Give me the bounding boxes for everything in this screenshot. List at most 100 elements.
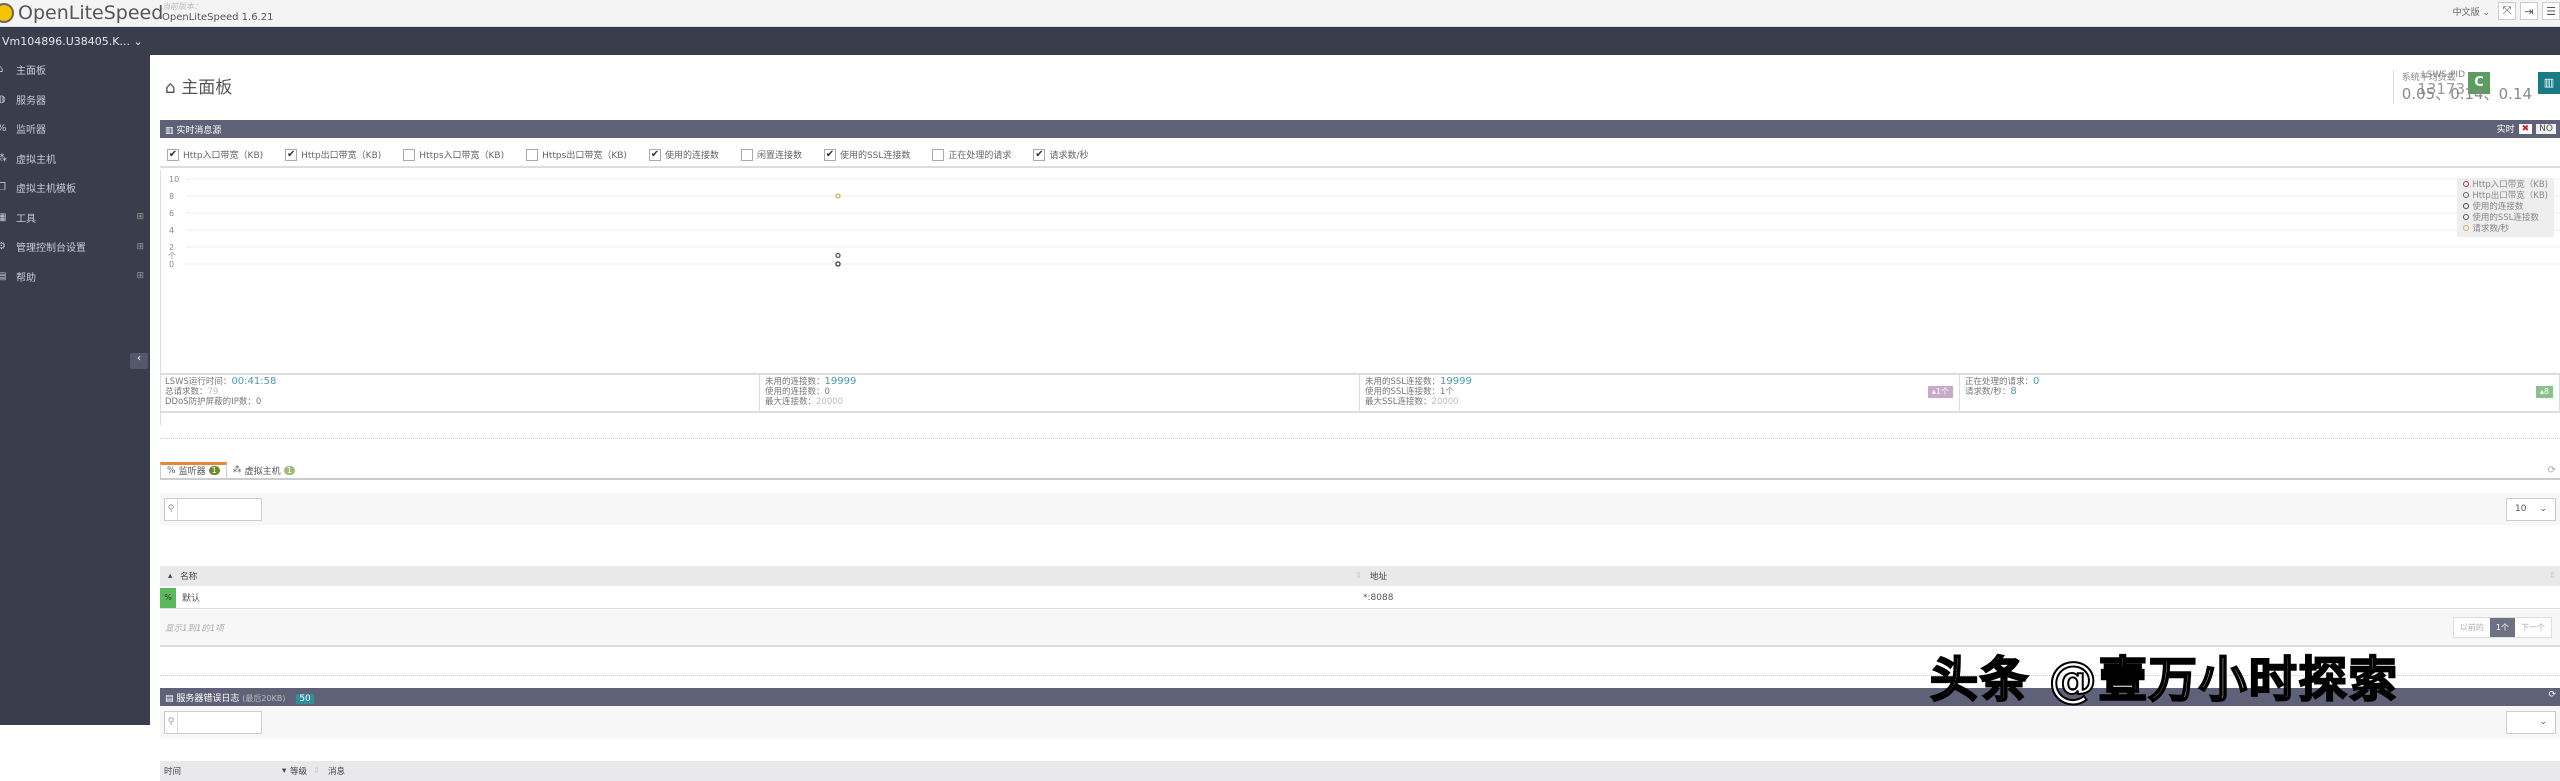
- sidebar-item[interactable]: % 监听器: [0, 114, 150, 144]
- page-title-text: 主面板: [181, 78, 233, 98]
- series-checkbox[interactable]: ✔ Http出口带宽（KB): [285, 148, 381, 161]
- column-name[interactable]: 名称: [180, 570, 197, 582]
- series-checkbox[interactable]: ✔ Http入口带宽（KB): [167, 148, 263, 161]
- fullscreen-button[interactable]: ⤧: [2498, 2, 2516, 20]
- expand-icon[interactable]: ⊞: [136, 242, 144, 252]
- tab-listeners[interactable]: % 监听器 1: [160, 462, 227, 478]
- legend-item[interactable]: Http入口带宽（KB): [2463, 180, 2548, 191]
- stat-row: 最大SSL连接数：20000: [1365, 397, 1954, 407]
- checkbox[interactable]: ✔: [285, 148, 298, 161]
- sort-desc-icon[interactable]: ▾: [282, 766, 286, 776]
- series-checkbox[interactable]: Https入口带宽（KB): [403, 148, 504, 161]
- checkbox[interactable]: [932, 148, 945, 161]
- count-badge: 50: [296, 694, 314, 704]
- sidebar-item[interactable]: ▤ 帮助 ⊞: [0, 262, 150, 292]
- log-search-input[interactable]: ⚲: [164, 711, 262, 734]
- home-icon: ⌂: [0, 64, 4, 76]
- menu-button[interactable]: ☰: [2542, 2, 2560, 20]
- count-badge: 1: [208, 466, 220, 475]
- server-bar[interactable]: Vm104896.U38405.K... ⌄: [0, 27, 2560, 55]
- column-message[interactable]: 消息: [328, 765, 345, 777]
- sidebar-item[interactable]: ⁂ 虚拟主机: [0, 144, 150, 174]
- data-point[interactable]: [835, 261, 841, 267]
- column-time[interactable]: 时间: [164, 765, 181, 777]
- series-checkbox[interactable]: ✔ 请求数/秒: [1033, 148, 1088, 161]
- current-page-button[interactable]: 1个: [2489, 618, 2515, 637]
- stat-value: 0: [255, 397, 262, 407]
- data-point[interactable]: [835, 252, 841, 259]
- sidebar-item-label: 帮助: [16, 272, 36, 284]
- listener-name[interactable]: 默认: [182, 591, 200, 604]
- next-page-button[interactable]: 下一个: [2515, 618, 2551, 637]
- stats-button[interactable]: ▥: [2538, 72, 2560, 94]
- sort-icon[interactable]: ⇕: [1355, 571, 1362, 581]
- logo-icon: [0, 3, 14, 23]
- checkbox[interactable]: ✔: [648, 148, 661, 161]
- sort-icon[interactable]: ⇕: [313, 766, 320, 776]
- checkbox[interactable]: [526, 148, 539, 161]
- sort-icon[interactable]: ⇕: [2549, 571, 2556, 581]
- sidebar-item[interactable]: ⚙ 管理控制台设置 ⊞: [0, 232, 150, 262]
- table-row[interactable]: % 默认 *:8088: [160, 587, 2560, 609]
- stat-label: 未用的连接数：: [765, 377, 825, 387]
- stats-column: 未用的连接数：19999 使用的连接数：0 最大连接数：20000: [760, 375, 1360, 411]
- sidebar-item[interactable]: ⌂ 主面板: [0, 55, 150, 85]
- sidebar-item[interactable]: ❐ 虚拟主机模板: [0, 173, 150, 203]
- column-address[interactable]: 地址: [1370, 570, 1387, 582]
- checkbox[interactable]: [403, 148, 416, 161]
- legend-item[interactable]: 使用的连接数: [2463, 202, 2548, 213]
- sign-out-icon: ⇥: [2524, 4, 2534, 18]
- legend-item[interactable]: Http出口带宽（KB): [2463, 191, 2548, 202]
- sidebar-collapse-button[interactable]: ‹: [130, 353, 148, 369]
- logout-button[interactable]: ⇥: [2520, 2, 2538, 20]
- language-label: 中文版: [2452, 7, 2480, 18]
- refresh-icon[interactable]: ⟳: [2548, 465, 2556, 476]
- stat-row: 使用的SSL连接数：1个: [1365, 387, 1954, 397]
- legend-item[interactable]: 使用的SSL连接数: [2463, 213, 2548, 224]
- checkbox[interactable]: ✔: [167, 148, 179, 161]
- log-page-size-select[interactable]: ⌄: [2506, 711, 2556, 734]
- listener-address: *:8088: [1363, 592, 1394, 603]
- checkbox-label: Http入口带宽（KB): [183, 151, 264, 161]
- expand-icon[interactable]: ⊞: [136, 271, 144, 281]
- language-select[interactable]: 中文版 ⌄: [2453, 5, 2490, 18]
- checkbox[interactable]: [740, 148, 753, 161]
- sort-asc-icon[interactable]: ▴: [168, 571, 172, 581]
- stat-row: 未用的SSL连接数：19999: [1365, 376, 1954, 388]
- stats-column: 未用的SSL连接数：19999 使用的SSL连接数：1个 最大SSL连接数：2000…: [1360, 375, 1960, 411]
- stat-row: 使用的连接数：0: [765, 387, 1354, 397]
- series-checkbox[interactable]: ✔ 使用的SSL连接数: [823, 148, 910, 161]
- realtime-toggle[interactable]: NO: [2536, 123, 2556, 134]
- sidebar-item-label: 服务器: [16, 95, 46, 107]
- tab-virtual-hosts[interactable]: ⁂ 虚拟主机 1: [227, 462, 301, 478]
- stat-label: 使用的连接数：: [765, 387, 825, 397]
- main-content: ⌂ 主面板 LSWS PID 13173 C 系统平均负载 0.05、0.14、0.…: [150, 55, 2560, 781]
- series-checkbox[interactable]: ✔ 使用的连接数: [648, 148, 719, 161]
- series-checkbox[interactable]: 闲置连接数: [740, 148, 802, 161]
- pagination: 以前的 1个 下一个: [2452, 617, 2552, 638]
- series-checkbox[interactable]: Https出口带宽（KB): [526, 148, 627, 161]
- series-checkbox[interactable]: 正在处理的请求: [932, 148, 1011, 161]
- log-toolbar: ⚲ ⌄: [160, 706, 2560, 738]
- listener-search-input[interactable]: ⚲: [164, 498, 262, 521]
- checkbox[interactable]: ✔: [1033, 148, 1046, 161]
- files-icon: ❐: [0, 182, 6, 194]
- stat-value: 19999: [1440, 376, 1472, 387]
- page-size-select[interactable]: 10 ⌄: [2506, 498, 2556, 521]
- expand-icon[interactable]: ⊞: [136, 212, 144, 222]
- legend-item[interactable]: 请求数/秒: [2463, 224, 2548, 235]
- column-level[interactable]: 等级: [290, 765, 307, 777]
- gear-icon: ⚙: [0, 241, 6, 253]
- prev-page-button[interactable]: 以前的: [2453, 618, 2490, 637]
- legend-marker: [2463, 225, 2470, 231]
- checkbox[interactable]: ✔: [823, 148, 836, 161]
- data-point[interactable]: [835, 193, 841, 199]
- chevron-down-icon: ⌄: [2539, 717, 2547, 727]
- close-icon[interactable]: ✖: [2518, 123, 2533, 134]
- sidebar-item[interactable]: ▦ 工具 ⊞: [0, 203, 150, 233]
- divider: [160, 438, 2560, 439]
- stat-label: 请求数/秒：: [1965, 387, 2011, 397]
- refresh-icon[interactable]: ⟳: [2548, 690, 2556, 700]
- sidebar-item[interactable]: ◍ 服务器: [0, 85, 150, 115]
- logo[interactable]: OpenLiteSpeed: [0, 2, 163, 24]
